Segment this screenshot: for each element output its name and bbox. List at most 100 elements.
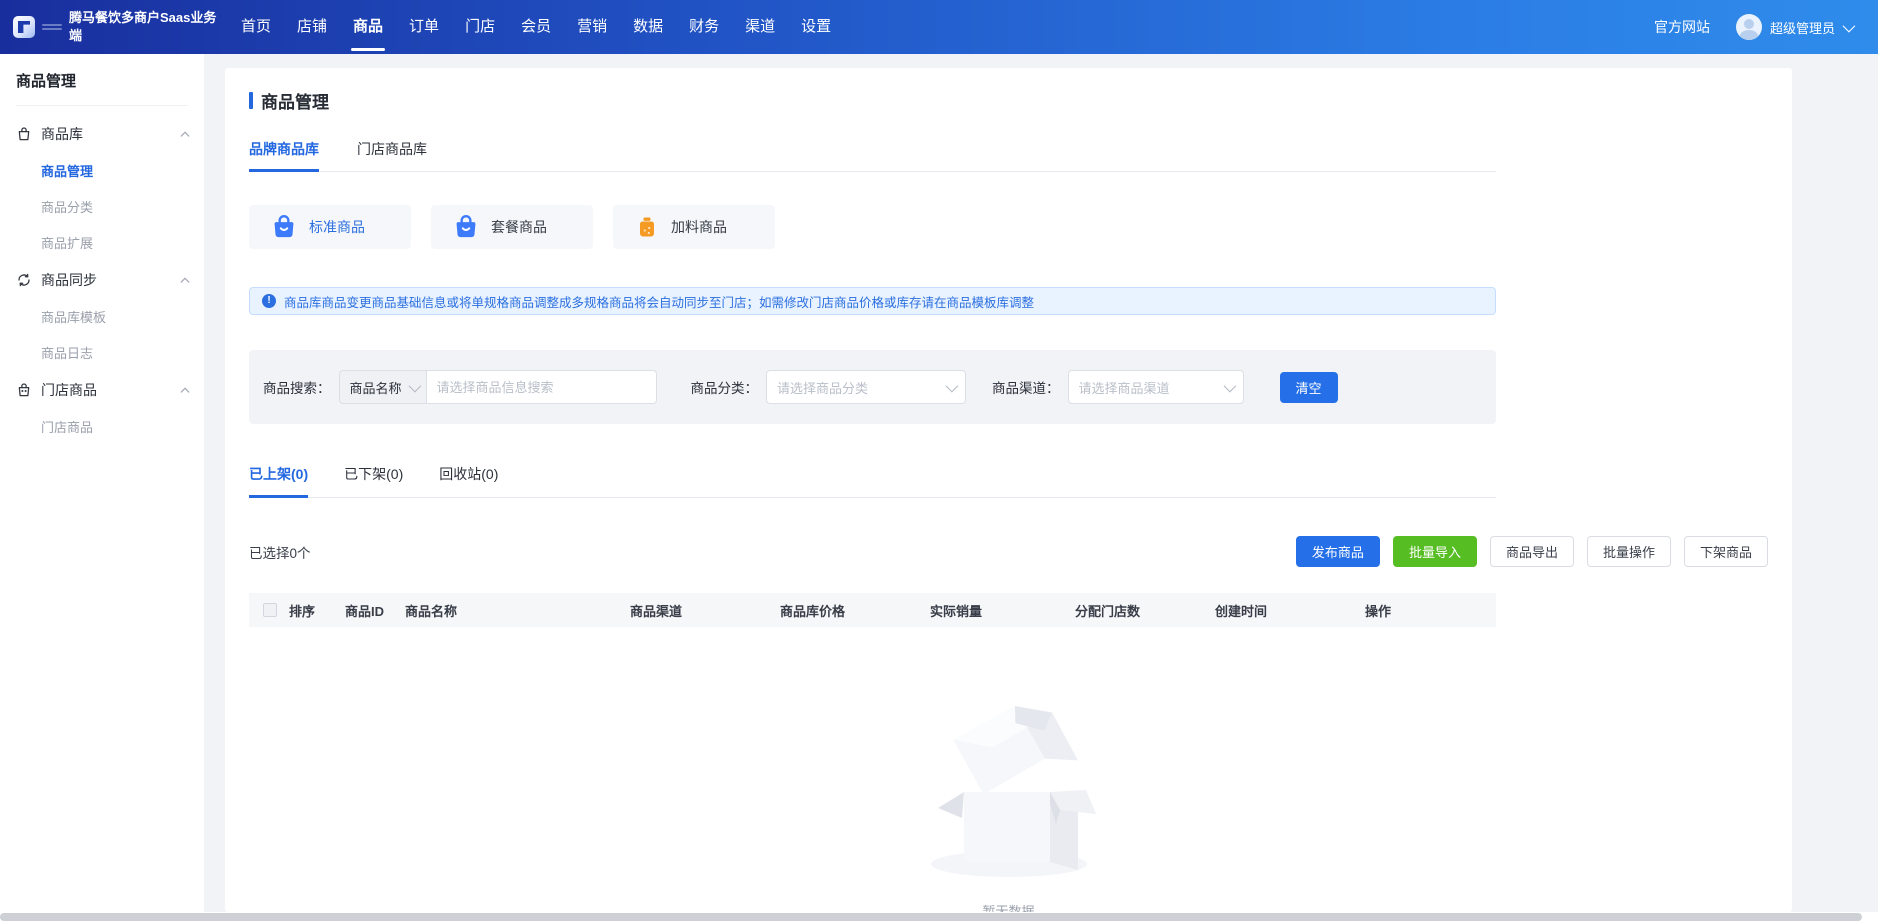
column-header-actual-sales: 实际销量 xyxy=(930,601,1075,620)
search-label: 商品搜索： xyxy=(263,377,331,397)
category-select[interactable]: 请选择商品分类 xyxy=(766,370,966,404)
sidebar-item-store-goods[interactable]: 门店商品 xyxy=(41,417,119,436)
channel-label: 商品渠道： xyxy=(992,377,1060,397)
column-header-product-id: 商品ID xyxy=(345,601,405,620)
library-tabs: 品牌商品库 门店商品库 xyxy=(249,139,1496,172)
content-card: 商品管理 品牌商品库 门店商品库 标准商品 套餐商品 加料商品 xyxy=(225,68,1792,912)
column-header-assigned-stores: 分配门店数 xyxy=(1075,601,1215,620)
category-placeholder: 请选择商品分类 xyxy=(777,378,868,397)
sidebar-group-goods-sync[interactable]: 商品同步 xyxy=(16,270,190,290)
product-type-buttons: 标准商品 套餐商品 加料商品 xyxy=(249,205,1768,249)
nav-item-members[interactable]: 会员 xyxy=(521,0,551,54)
tab-off-shelf[interactable]: 已下架(0) xyxy=(344,464,403,498)
tab-recycle-bin[interactable]: 回收站(0) xyxy=(439,464,498,498)
search-field-value: 商品名称 xyxy=(350,378,402,397)
bag-icon xyxy=(16,126,32,142)
nav-item-channels[interactable]: 渠道 xyxy=(745,0,775,54)
bag-smile-icon xyxy=(271,214,297,240)
page-title-row: 商品管理 xyxy=(249,88,1768,113)
channel-select[interactable]: 请选择商品渠道 xyxy=(1068,370,1244,404)
user-menu[interactable]: 超级管理员 xyxy=(1736,14,1852,40)
chevron-down-icon xyxy=(1223,379,1236,392)
user-avatar-icon xyxy=(1736,14,1762,40)
topping-product-button[interactable]: 加料商品 xyxy=(613,205,775,249)
info-icon: ! xyxy=(262,294,276,308)
chevron-up-icon[interactable] xyxy=(180,275,190,285)
nav-item-marketing[interactable]: 营销 xyxy=(577,0,607,54)
column-header-created-time: 创建时间 xyxy=(1215,601,1365,620)
chevron-down-icon xyxy=(946,379,959,392)
sidebar-group-goods-library[interactable]: 商品库 xyxy=(16,124,190,144)
status-tabs: 已上架(0) 已下架(0) 回收站(0) xyxy=(249,464,1496,498)
selected-count-text: 已选择0个 xyxy=(249,542,311,562)
chevron-down-icon xyxy=(408,379,421,392)
export-products-button[interactable]: 商品导出 xyxy=(1490,536,1574,567)
horizontal-scrollbar-thumb[interactable] xyxy=(0,913,1862,921)
column-header-library-price: 商品库价格 xyxy=(780,601,930,620)
sidebar: 商品管理 商品库 商品管理 商品分类 商品扩展 商品同步 商品库模板 商品日志 … xyxy=(0,54,204,912)
app-logo-icon xyxy=(13,16,35,38)
sidebar-title: 商品管理 xyxy=(16,70,204,105)
publish-product-button[interactable]: 发布商品 xyxy=(1296,536,1380,567)
search-filter-panel: 商品搜索： 商品名称 商品分类： 请选择商品分类 商品渠道： 请 xyxy=(249,350,1496,424)
alert-text: 商品库商品变更商品基础信息或将单规格商品调整成多规格商品将会自动同步至门店；如需… xyxy=(284,292,1034,311)
column-header-actions: 操作 xyxy=(1365,601,1496,620)
category-label: 商品分类： xyxy=(691,377,759,397)
empty-box-illustration xyxy=(916,704,1102,882)
select-all-checkbox[interactable] xyxy=(263,603,277,617)
empty-text: 暂无数据 xyxy=(899,901,1119,912)
search-field-select[interactable]: 商品名称 xyxy=(339,370,427,404)
chevron-down-icon xyxy=(1843,19,1856,32)
title-accent-bar xyxy=(249,92,253,109)
search-joined-control: 商品名称 xyxy=(339,370,657,404)
official-site-link[interactable]: 官方网站 xyxy=(1654,17,1710,37)
divider xyxy=(16,105,188,106)
standard-product-button[interactable]: 标准商品 xyxy=(249,205,411,249)
brand[interactable]: 腾马餐饮多商户Saas业务端 xyxy=(0,9,225,44)
sidebar-group-label: 门店商品 xyxy=(41,380,97,400)
horizontal-scrollbar-track[interactable] xyxy=(0,912,1878,922)
combo-product-button[interactable]: 套餐商品 xyxy=(431,205,593,249)
sidebar-item-goods-category[interactable]: 商品分类 xyxy=(41,197,119,216)
channel-placeholder: 请选择商品渠道 xyxy=(1079,378,1170,397)
sidebar-group-store-goods[interactable]: 门店商品 xyxy=(16,380,190,400)
chevron-up-icon[interactable] xyxy=(180,129,190,139)
type-button-label: 标准商品 xyxy=(309,217,365,237)
column-header-sort: 排序 xyxy=(289,601,345,620)
navbar-right: 官方网站 超级管理员 xyxy=(1654,14,1878,40)
tab-brand-library[interactable]: 品牌商品库 xyxy=(249,139,319,172)
nav-item-finance[interactable]: 财务 xyxy=(689,0,719,54)
top-navbar: 腾马餐饮多商户Saas业务端 首页 店铺 商品 订单 门店 会员 营销 数据 财… xyxy=(0,0,1878,54)
sidebar-item-library-template[interactable]: 商品库模板 xyxy=(41,307,119,326)
clear-button[interactable]: 清空 xyxy=(1280,372,1338,403)
nav-item-shop[interactable]: 店铺 xyxy=(297,0,327,54)
bag-smile-icon xyxy=(453,214,479,240)
batch-actions-button[interactable]: 批量操作 xyxy=(1587,536,1671,567)
sidebar-item-goods-extend[interactable]: 商品扩展 xyxy=(41,233,119,252)
tab-on-shelf[interactable]: 已上架(0) xyxy=(249,464,308,498)
chevron-up-icon[interactable] xyxy=(180,385,190,395)
page-title: 商品管理 xyxy=(261,88,329,113)
nav-item-goods[interactable]: 商品 xyxy=(353,0,383,54)
nav-item-orders[interactable]: 订单 xyxy=(409,0,439,54)
sidebar-item-goods-manage[interactable]: 商品管理 xyxy=(41,161,119,180)
nav-item-data[interactable]: 数据 xyxy=(633,0,663,54)
nav-item-settings[interactable]: 设置 xyxy=(801,0,831,54)
nav-item-home[interactable]: 首页 xyxy=(241,0,271,54)
search-input[interactable] xyxy=(427,370,657,404)
sidebar-group-items: 商品库模板 商品日志 xyxy=(16,290,204,362)
nav-item-stores[interactable]: 门店 xyxy=(465,0,495,54)
jar-icon xyxy=(635,215,659,239)
remove-from-shelf-button[interactable]: 下架商品 xyxy=(1684,536,1768,567)
type-button-label: 套餐商品 xyxy=(491,217,547,237)
sync-info-alert: ! 商品库商品变更商品基础信息或将单规格商品调整成多规格商品将会自动同步至门店；… xyxy=(249,287,1496,315)
sidebar-item-goods-log[interactable]: 商品日志 xyxy=(41,343,119,362)
sidebar-group-label: 商品库 xyxy=(41,124,83,144)
sidebar-group-items: 商品管理 商品分类 商品扩展 xyxy=(16,144,204,252)
tab-store-library[interactable]: 门店商品库 xyxy=(357,139,427,172)
user-name: 超级管理员 xyxy=(1770,18,1835,37)
sidebar-group-label: 商品同步 xyxy=(41,270,97,290)
batch-import-button[interactable]: 批量导入 xyxy=(1393,536,1477,567)
type-button-label: 加料商品 xyxy=(671,217,727,237)
empty-state: 暂无数据 xyxy=(899,704,1119,912)
